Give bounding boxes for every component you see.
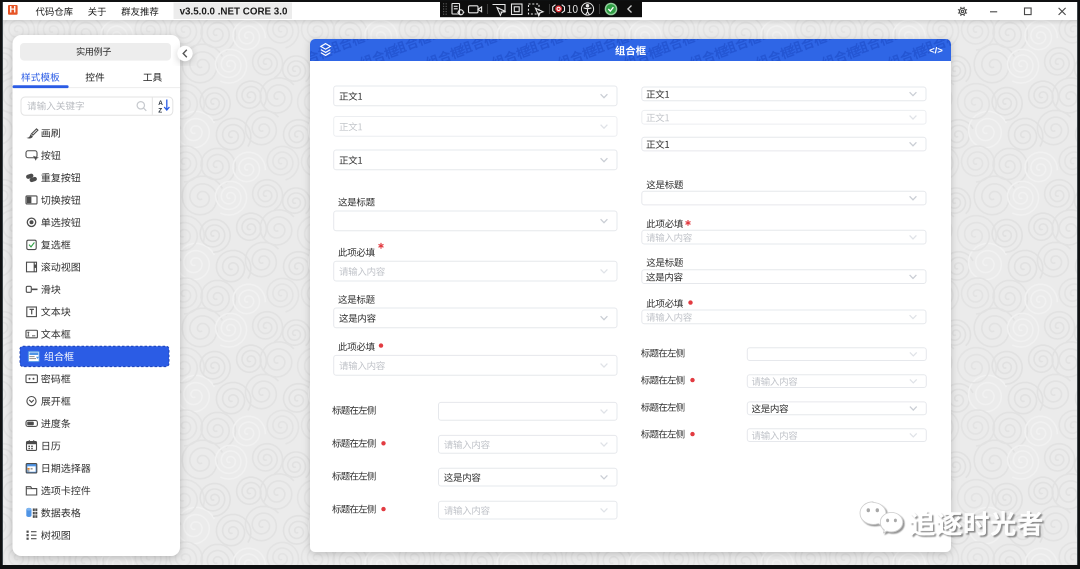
svg-text:</>: </>: [929, 45, 943, 56]
svg-text:Z: Z: [158, 107, 162, 114]
svg-text:v3.5.0.0 .NET CORE 3.0: v3.5.0.0 .NET CORE 3.0: [180, 7, 288, 18]
svg-text:H: H: [10, 5, 17, 15]
svg-text:A: A: [158, 100, 163, 107]
